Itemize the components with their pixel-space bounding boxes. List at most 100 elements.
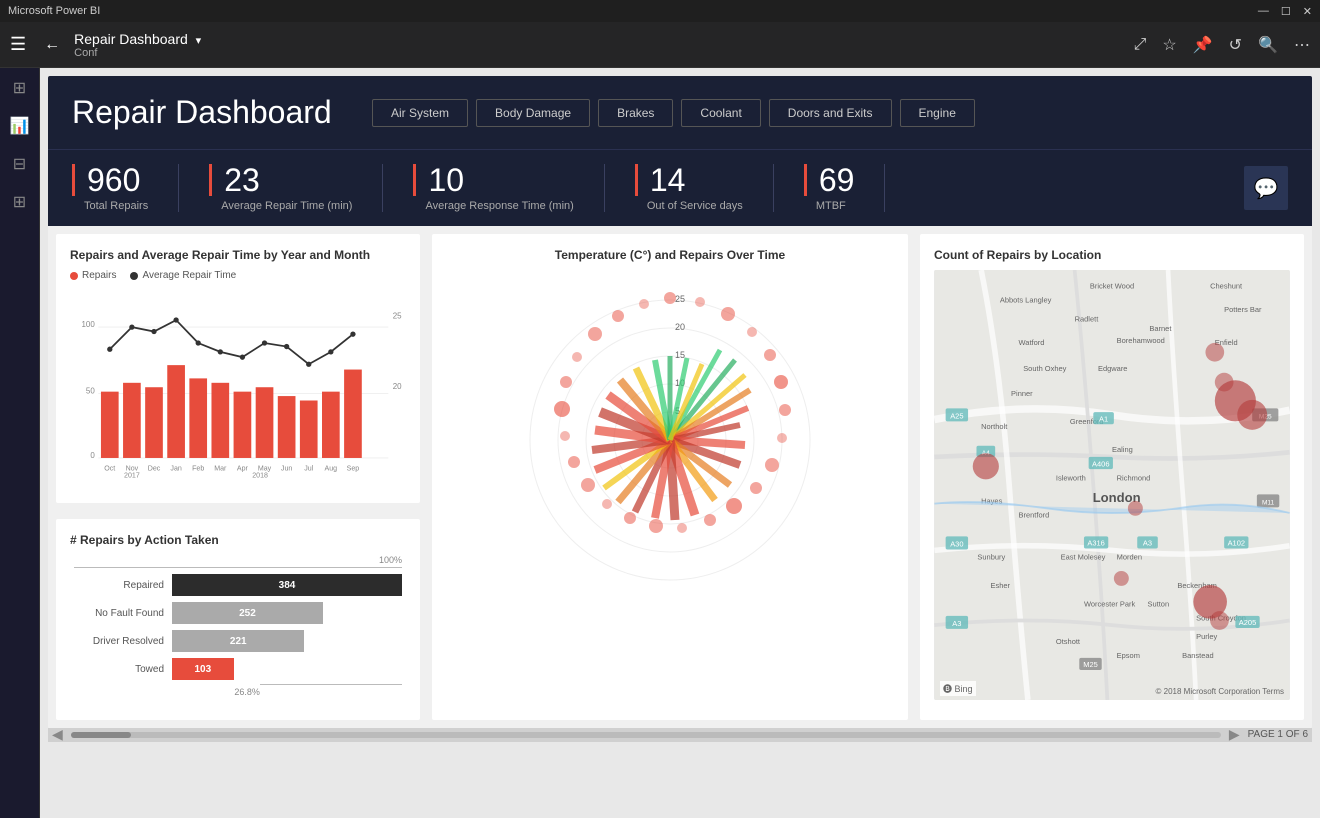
svg-text:Isleworth: Isleworth — [1056, 473, 1086, 482]
svg-text:Esher: Esher — [990, 581, 1010, 590]
scroll-thumb[interactable] — [71, 732, 131, 738]
svg-text:Edgware: Edgware — [1098, 364, 1127, 373]
polar-chart-wrap: 25 20 15 10 5 0 — [500, 270, 840, 610]
action-row-repaired: Repaired 384 — [74, 574, 402, 596]
scroll-right-icon[interactable]: ▶ — [1229, 726, 1240, 743]
svg-text:Barnet: Barnet — [1149, 324, 1172, 333]
action-top-line — [74, 567, 402, 568]
search-icon[interactable]: 🔍 — [1258, 35, 1278, 55]
outer-dot-b3 — [649, 519, 663, 533]
app-subtitle: Conf — [74, 47, 201, 59]
outer-dot-top — [664, 292, 676, 304]
action-label-no-fault: No Fault Found — [74, 608, 164, 619]
sidebar-icon-home[interactable]: ⊞ — [13, 78, 26, 98]
action-row-no-fault: No Fault Found 252 — [74, 602, 402, 624]
bar-sep — [344, 370, 362, 458]
svg-text:Northolt: Northolt — [981, 422, 1008, 431]
tab-body-damage[interactable]: Body Damage — [476, 99, 590, 127]
action-label-repaired: Repaired — [74, 580, 164, 591]
tab-coolant[interactable]: Coolant — [681, 99, 760, 127]
more-icon[interactable]: ⋯ — [1294, 35, 1310, 55]
appbar-actions: ⤢ ☆ 📌 ↺ 🔍 ⋯ — [1134, 35, 1310, 55]
svg-text:Nov: Nov — [126, 465, 139, 472]
tab-doors-and-exits[interactable]: Doors and Exits — [769, 99, 892, 127]
dashboard: Repair Dashboard Air System Body Damage … — [48, 76, 1312, 728]
svg-text:Worcester Park: Worcester Park — [1084, 599, 1136, 608]
svg-text:South Oxhey: South Oxhey — [1023, 364, 1066, 373]
kpi-avg-response-time-value: 10 — [413, 164, 573, 196]
hamburger-icon[interactable]: ☰ — [10, 34, 26, 55]
line-dot-may — [262, 340, 267, 345]
legend-repairs: Repairs — [70, 270, 116, 281]
map-bubble-richmond — [1128, 501, 1143, 516]
sidebar-icon-bar-chart[interactable]: 📊 — [10, 116, 30, 136]
legend-avg-repair-time: Average Repair Time — [130, 270, 236, 281]
tab-brakes[interactable]: Brakes — [598, 99, 673, 127]
map-title: Count of Repairs by Location — [934, 248, 1290, 262]
line-dot-dec — [151, 329, 156, 334]
svg-text:50: 50 — [86, 386, 95, 395]
svg-text:Sep: Sep — [347, 465, 360, 472]
line-dot-sep — [350, 332, 355, 337]
map-bubble-east3 — [1215, 373, 1234, 392]
outer-dot-r5 — [777, 433, 787, 443]
bar-feb — [189, 378, 207, 458]
main-content: Repair Dashboard Air System Body Damage … — [40, 68, 1320, 818]
outer-dot-l1 — [568, 456, 580, 468]
legend-repairs-dot — [70, 272, 78, 280]
bar-chart-title: Repairs and Average Repair Time by Year … — [70, 248, 406, 262]
svg-text:Watford: Watford — [1019, 338, 1045, 347]
sidebar: ⊞ 📊 ⊟ ⊞ — [0, 68, 40, 818]
polar-chart-title: Temperature (C°) and Repairs Over Time — [555, 248, 785, 262]
refresh-icon[interactable]: ↺ — [1229, 35, 1242, 55]
action-row-towed: Towed 103 — [74, 658, 402, 680]
titlebar: Microsoft Power BI — ☐ ✕ — [0, 0, 1320, 22]
line-dot-feb — [196, 340, 201, 345]
legend-avg-repair-time-dot — [130, 272, 138, 280]
svg-text:Oct: Oct — [104, 465, 115, 472]
svg-text:Morden: Morden — [1117, 553, 1142, 562]
svg-text:Purley: Purley — [1196, 632, 1217, 641]
close-button[interactable]: ✕ — [1303, 5, 1312, 18]
chat-icon[interactable]: 💬 — [1244, 166, 1288, 210]
outer-dot-r3 — [774, 375, 788, 389]
outer-dot-tl3 — [612, 310, 624, 322]
outer-dot-tl1 — [572, 352, 582, 362]
outer-dot-br1 — [765, 458, 779, 472]
bar-mar — [211, 383, 229, 458]
tab-air-system[interactable]: Air System — [372, 99, 468, 127]
scroll-track[interactable] — [71, 732, 1221, 738]
minimize-button[interactable]: — — [1258, 5, 1269, 18]
sidebar-icon-network[interactable]: ⊞ — [13, 192, 26, 212]
svg-text:20: 20 — [675, 322, 685, 332]
back-button[interactable]: ← — [44, 36, 60, 54]
bookmark-icon[interactable]: ☆ — [1162, 35, 1176, 55]
svg-text:Jan: Jan — [170, 465, 181, 472]
scroll-left-icon[interactable]: ◀ — [52, 726, 63, 743]
svg-text:Potters Bar: Potters Bar — [1224, 305, 1262, 314]
svg-text:Radlett: Radlett — [1075, 314, 1100, 323]
dropdown-arrow[interactable]: ▾ — [196, 35, 202, 47]
line-dot-nov — [129, 324, 134, 329]
maximize-button[interactable]: ☐ — [1281, 5, 1291, 18]
svg-text:100: 100 — [82, 320, 96, 329]
outer-dot-t2 — [639, 299, 649, 309]
titlebar-controls: — ☐ ✕ — [1258, 5, 1312, 18]
expand-icon[interactable]: ⤢ — [1134, 36, 1147, 54]
line-dot-apr — [240, 355, 245, 360]
outer-dot-tl2 — [588, 327, 602, 341]
bar-chart-panel: Repairs and Average Repair Time by Year … — [56, 234, 420, 503]
sidebar-icon-table[interactable]: ⊟ — [13, 154, 26, 174]
appbar: ☰ ← Repair Dashboard ▾ Conf ⤢ ☆ 📌 ↺ 🔍 ⋯ — [0, 22, 1320, 68]
svg-text:25: 25 — [393, 311, 402, 320]
action-bar-container: 100% Repaired 384 — [70, 555, 406, 697]
pin-icon[interactable]: 📌 — [1193, 35, 1213, 55]
svg-text:Aug: Aug — [325, 465, 338, 472]
bar-oct — [101, 392, 119, 458]
map-svg: A25 A4 A30 A3 M25 M11 Bric — [934, 270, 1290, 700]
outer-dot-tr1 — [695, 297, 705, 307]
outer-dot-bl1 — [624, 512, 636, 524]
outer-dot-tr2 — [721, 307, 735, 321]
kpi-total-repairs: 960 Total Repairs — [72, 164, 179, 212]
tab-engine[interactable]: Engine — [900, 99, 975, 127]
